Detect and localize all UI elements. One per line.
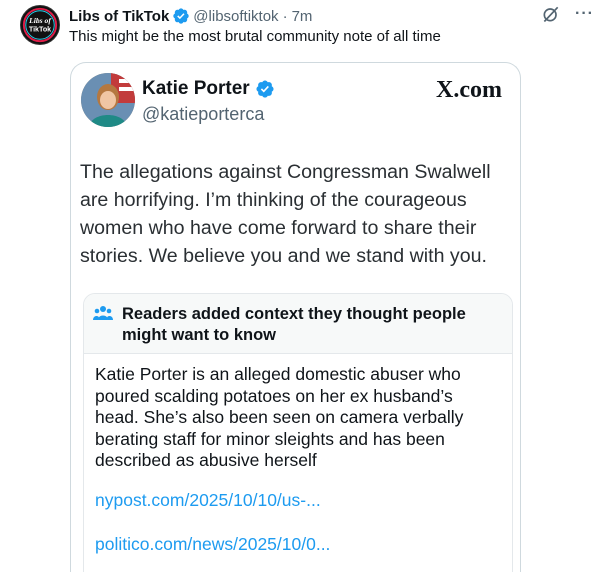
card-author-name[interactable]: Katie Porter xyxy=(142,78,250,100)
header-separator: · xyxy=(282,7,288,25)
verified-badge-icon[interactable] xyxy=(255,79,275,99)
community-note-title: Readers added context they thought peopl… xyxy=(122,305,466,344)
tweet-text: This might be the most brutal community … xyxy=(69,28,441,45)
svg-text:Libs of: Libs of xyxy=(28,16,52,25)
people-icon xyxy=(93,306,113,320)
card-author-name-row: Katie Porter xyxy=(142,78,278,100)
source-link-politico[interactable]: politico.com/news/2025/10/0... xyxy=(95,534,330,555)
verified-badge-icon[interactable] xyxy=(172,7,190,25)
tweet-time[interactable]: 7m xyxy=(292,8,313,25)
community-note[interactable]: Readers added context they thought peopl… xyxy=(83,293,513,572)
author-handle[interactable]: @libsoftiktok xyxy=(193,8,278,25)
header-actions: ··· xyxy=(541,4,594,24)
author-name[interactable]: Libs of TikTok xyxy=(69,8,169,25)
svg-text:TikTok: TikTok xyxy=(29,26,51,34)
card-tweet-text: The allegations against Congressman Swal… xyxy=(80,161,491,267)
x-logo: X.com xyxy=(436,77,502,103)
community-note-header: Readers added context they thought peopl… xyxy=(84,294,512,354)
card-author-handle[interactable]: @katieporterca xyxy=(142,104,264,125)
more-icon[interactable]: ··· xyxy=(575,5,594,23)
libs-of-tiktok-logo-icon: Libs of TikTok xyxy=(21,6,59,44)
tweet[interactable]: Libs of TikTok Libs of TikTok @libsoftik… xyxy=(0,0,614,572)
card-author-avatar[interactable] xyxy=(81,73,135,127)
community-note-body: Katie Porter is an alleged domestic abus… xyxy=(95,364,464,470)
embedded-tweet-card[interactable]: Katie Porter @katieporterca X.com The al… xyxy=(70,62,521,572)
source-link-nypost[interactable]: nypost.com/2025/10/10/us-... xyxy=(95,490,321,511)
author-avatar[interactable]: Libs of TikTok xyxy=(20,5,60,45)
tweet-header: Libs of TikTok @libsoftiktok · 7m ··· xyxy=(69,4,594,26)
grok-icon[interactable] xyxy=(541,4,561,24)
katie-porter-photo-icon xyxy=(81,73,135,127)
